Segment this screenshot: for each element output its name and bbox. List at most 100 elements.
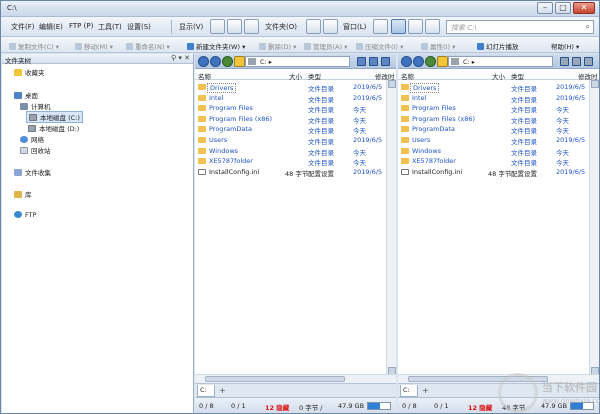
up-icon[interactable] xyxy=(222,56,233,67)
up-icon[interactable] xyxy=(425,56,436,67)
refresh-icon[interactable] xyxy=(369,57,378,66)
tree-computer[interactable]: 计算机 xyxy=(20,101,51,111)
tree-drive-c[interactable]: 本地磁盘 (C:) xyxy=(26,111,83,123)
table-row[interactable]: ProgramData 文件目录 今天 xyxy=(398,124,599,135)
tree-network[interactable]: 网络 xyxy=(20,134,44,144)
folder-icon[interactable] xyxy=(306,19,321,34)
new-tab-icon[interactable]: + xyxy=(219,386,226,395)
back-icon[interactable] xyxy=(198,56,209,67)
address-bar[interactable]: C: ▸ xyxy=(448,56,553,67)
minimize-button[interactable]: – xyxy=(537,2,553,14)
history-icon[interactable] xyxy=(560,57,569,66)
menu-ftp[interactable]: FTP (P) xyxy=(69,22,93,30)
file-name: Users xyxy=(209,136,228,144)
scroll-up-icon[interactable] xyxy=(388,80,396,88)
search-icon[interactable]: ⌕ xyxy=(586,22,590,32)
favorite-star-icon[interactable] xyxy=(437,56,448,67)
table-row[interactable]: Users 文件目录 2019/6/5 xyxy=(195,135,396,146)
view-list-icon[interactable] xyxy=(227,19,242,34)
col-name[interactable]: 名称 xyxy=(198,71,211,81)
table-row[interactable]: Windows 文件目录 今天 xyxy=(195,146,396,157)
col-name[interactable]: 名称 xyxy=(401,71,414,81)
dropdown-icon[interactable] xyxy=(381,57,390,66)
refresh-icon[interactable] xyxy=(572,57,581,66)
layout-horizontal-icon[interactable] xyxy=(408,19,423,34)
table-row[interactable]: XE5787folder 文件目录 今天 xyxy=(195,156,396,167)
rename-button[interactable]: 重命名(N) ▾ xyxy=(126,41,170,51)
table-row[interactable]: ProgramData 文件目录 今天 xyxy=(195,124,396,135)
new-tab-icon[interactable]: + xyxy=(422,386,429,395)
col-type[interactable]: 类型 xyxy=(308,71,321,81)
scroll-thumb[interactable] xyxy=(205,376,345,382)
menu-edit[interactable]: 编辑(E) xyxy=(39,22,63,32)
dropdown-icon[interactable] xyxy=(584,57,593,66)
table-row[interactable]: InstallConfig.ini 48 字节 配置设置 2019/6/5 xyxy=(398,167,599,178)
slideshow-button[interactable]: 幻灯片播放 xyxy=(477,41,519,51)
back-icon[interactable] xyxy=(401,56,412,67)
app-window: C:\ – □ ✕ 文件(F) 编辑(E) FTP (P) 工具(T) 设置(S… xyxy=(0,0,600,414)
compress-button[interactable]: 压缩文件(I) ▾ xyxy=(356,41,403,51)
layout-vertical-icon[interactable] xyxy=(425,19,440,34)
tree-desktop[interactable]: 桌面 xyxy=(14,90,38,100)
menu-file[interactable]: 文件(F) xyxy=(11,22,35,32)
forward-icon[interactable] xyxy=(210,56,221,67)
table-row[interactable]: Program Files 文件目录 今天 xyxy=(398,103,599,114)
layout-single-icon[interactable] xyxy=(373,19,388,34)
vertical-scrollbar[interactable] xyxy=(589,80,599,375)
tree-collections[interactable]: 文件收集 xyxy=(14,167,51,177)
menu-settings[interactable]: 设置(S) xyxy=(127,22,151,32)
recycle-bin-icon xyxy=(20,147,28,154)
col-size[interactable]: 大小 xyxy=(289,71,302,81)
move-button[interactable]: 移动(M) ▾ xyxy=(75,41,113,51)
vertical-scrollbar[interactable] xyxy=(386,80,396,375)
favorite-star-icon[interactable] xyxy=(234,56,245,67)
menu-display[interactable]: 显示(V) xyxy=(179,22,203,32)
table-row[interactable]: InstallConfig.ini 48 字节 配置设置 2019/6/5 xyxy=(195,167,396,178)
scroll-up-icon[interactable] xyxy=(591,80,599,88)
table-row[interactable]: Program Files (x86) 文件目录 今天 xyxy=(398,114,599,125)
table-row[interactable]: Program Files 文件目录 今天 xyxy=(195,103,396,114)
tree-favorites[interactable]: 收藏夹 xyxy=(14,67,45,77)
view-details-icon[interactable] xyxy=(210,19,225,34)
properties-button[interactable]: 属性(I) ▾ xyxy=(421,41,455,51)
maximize-button[interactable]: □ xyxy=(555,2,571,14)
menu-folder[interactable]: 文件夹(O) xyxy=(265,22,297,32)
table-row[interactable]: XE5787folder 文件目录 今天 xyxy=(398,156,599,167)
table-row[interactable]: Users 文件目录 2019/6/5 xyxy=(398,135,599,146)
horizontal-scrollbar[interactable] xyxy=(195,374,396,383)
table-row[interactable]: Intel 文件目录 2019/6/5 xyxy=(195,93,396,104)
table-row[interactable]: Drivers 文件目录 2019/6/5 xyxy=(195,82,396,93)
table-row[interactable]: Windows 文件目录 今天 xyxy=(398,146,599,157)
history-icon[interactable] xyxy=(357,57,366,66)
table-row[interactable]: Intel 文件目录 2019/6/5 xyxy=(398,93,599,104)
tree-drive-d[interactable]: 本地磁盘 (D:) xyxy=(28,123,79,133)
file-name: Drivers xyxy=(410,83,440,93)
delete-button[interactable]: 删除(D) ▾ xyxy=(259,41,296,51)
col-type[interactable]: 类型 xyxy=(511,71,524,81)
file-name: InstallConfig.ini xyxy=(209,167,260,176)
admin-button[interactable]: 管理员(A) ▾ xyxy=(304,41,347,51)
image-icon[interactable] xyxy=(323,19,338,34)
pin-close-icons[interactable]: ⚲ ▾ ✕ xyxy=(171,54,190,62)
copy-button[interactable]: 复制文件(C) ▾ xyxy=(9,41,59,51)
help-button[interactable]: 帮助(H) ▾ xyxy=(551,41,579,51)
tab-drive-c[interactable]: C: xyxy=(400,385,418,397)
layout-dual-icon[interactable] xyxy=(391,19,406,34)
file-name: Users xyxy=(412,136,431,144)
search-input[interactable]: 搜索 C:\ ⌕ xyxy=(446,20,594,34)
tab-drive-c[interactable]: C: xyxy=(197,385,215,397)
close-button[interactable]: ✕ xyxy=(573,2,595,14)
menu-tools[interactable]: 工具(T) xyxy=(98,22,122,32)
new-folder-button[interactable]: 新建文件夹(W) ▾ xyxy=(187,41,245,51)
file-date: 2019/6/5 xyxy=(556,167,586,176)
menu-window[interactable]: 窗口(L) xyxy=(343,22,366,32)
address-bar[interactable]: C: ▸ xyxy=(245,56,350,67)
col-size[interactable]: 大小 xyxy=(492,71,505,81)
tree-ftp[interactable]: FTP xyxy=(14,211,37,219)
tree-library[interactable]: 库 xyxy=(14,189,32,199)
tree-recycle-bin[interactable]: 回收站 xyxy=(20,145,51,155)
table-row[interactable]: Program Files (x86) 文件目录 今天 xyxy=(195,114,396,125)
forward-icon[interactable] xyxy=(413,56,424,67)
view-thumbs-icon[interactable] xyxy=(244,19,259,34)
table-row[interactable]: Drivers 文件目录 2019/6/5 xyxy=(398,82,599,93)
